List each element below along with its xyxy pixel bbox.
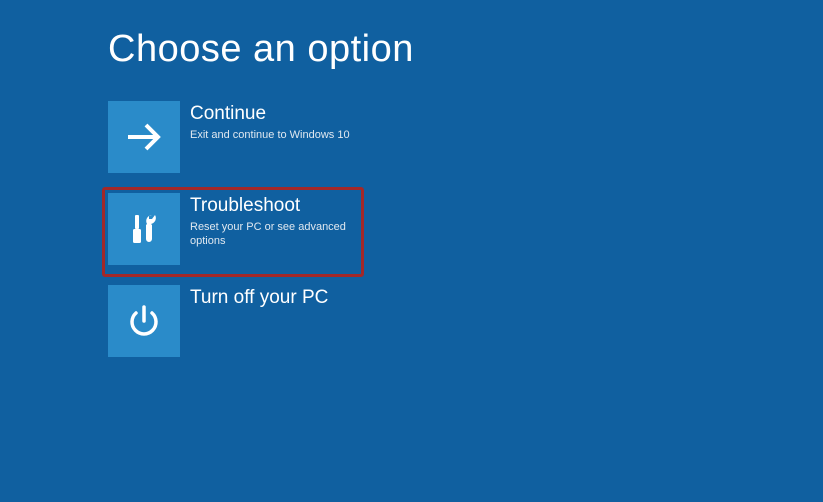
option-description: Exit and continue to Windows 10 <box>190 128 350 142</box>
arrow-right-icon <box>122 115 166 159</box>
option-tile <box>108 193 180 265</box>
option-text: Turn off your PC <box>180 285 328 312</box>
option-continue[interactable]: Continue Exit and continue to Windows 10 <box>108 101 368 173</box>
options-list: Continue Exit and continue to Windows 10 <box>0 71 823 357</box>
page-title: Choose an option <box>0 0 823 71</box>
option-turn-off[interactable]: Turn off your PC <box>108 285 368 357</box>
option-title: Continue <box>190 103 350 126</box>
option-text: Troubleshoot Reset your PC or see advanc… <box>180 193 368 248</box>
option-tile <box>108 101 180 173</box>
option-description: Reset your PC or see advanced options <box>190 220 368 249</box>
option-title: Turn off your PC <box>190 287 328 310</box>
tools-icon <box>122 207 166 251</box>
option-tile <box>108 285 180 357</box>
option-text: Continue Exit and continue to Windows 10 <box>180 101 350 142</box>
option-troubleshoot[interactable]: Troubleshoot Reset your PC or see advanc… <box>108 193 368 265</box>
option-title: Troubleshoot <box>190 195 368 218</box>
power-icon <box>122 299 166 343</box>
